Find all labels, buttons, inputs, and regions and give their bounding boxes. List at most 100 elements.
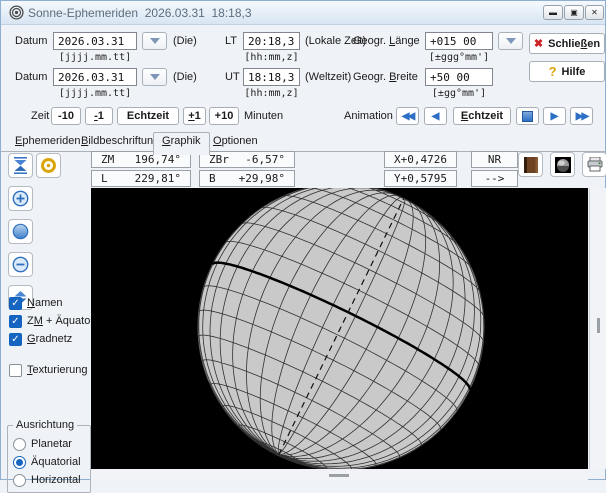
horizontal-radio-circle[interactable] (13, 474, 26, 487)
tab-bildbeschriftung[interactable]: Bildbeschriftung (77, 135, 163, 151)
ut-label: UT (225, 71, 240, 83)
date2-input[interactable] (53, 68, 137, 86)
print-button[interactable] (582, 152, 606, 177)
close-button-label: Schließen (548, 38, 600, 50)
ut-input[interactable] (243, 68, 300, 86)
lt-input[interactable] (243, 32, 300, 50)
planet-icon (555, 157, 571, 173)
checkbox-zm-aequator[interactable]: ✓ ZM + Äquator (9, 314, 94, 328)
close-icon: ✕ (591, 9, 598, 17)
zoom-out-icon (12, 256, 29, 273)
goto-button[interactable]: --> (471, 170, 518, 187)
help-question-icon: ? (549, 64, 557, 79)
texturierung-label: Texturierung (27, 364, 88, 376)
time-step-label: Zeit (31, 110, 49, 122)
date1-label: Datum (15, 35, 47, 47)
date1-format: [jjjj.mm.tt] (53, 52, 137, 63)
gradnetz-checkbox-box[interactable]: ✓ (9, 333, 22, 346)
nr-button[interactable]: NR (471, 151, 518, 168)
aequatorial-radio-circle[interactable] (13, 456, 26, 469)
tab-graphik[interactable]: Graphik (153, 132, 210, 155)
zoom-fit-button[interactable] (8, 153, 33, 178)
date1-dropdown[interactable] (142, 32, 167, 50)
help-button-label: Hilfe (562, 66, 586, 78)
date1-input[interactable] (53, 32, 137, 50)
texture-button[interactable] (518, 152, 543, 177)
ut-caption: (Weltzeit) (305, 71, 351, 83)
radio-aequatorial[interactable]: Äquatorial (13, 455, 81, 469)
anim-stop-button[interactable] (516, 107, 539, 125)
tab-ephemeriden[interactable]: Ephemeriden (11, 135, 84, 151)
tab-optionen[interactable]: Optionen (209, 135, 262, 151)
readout-zbr: ZBr-6,57° (199, 151, 295, 168)
horizontal-scrollbar[interactable] (91, 469, 588, 480)
realtime-button[interactable]: Echtzeit (117, 107, 179, 125)
geo-lon-input[interactable] (425, 32, 493, 50)
horizontal-scrollbar-thumb[interactable] (329, 474, 349, 477)
plus-1-button[interactable]: +1 (183, 107, 206, 125)
geo-lat-input[interactable] (425, 68, 493, 86)
animation-label: Animation (344, 110, 393, 122)
date2-format: [jjjj.mm.tt] (53, 88, 137, 99)
checkbox-texturierung[interactable]: ✓ Texturierung (9, 363, 88, 377)
minus-10-button[interactable]: -10 (51, 107, 81, 125)
minus-1-button[interactable]: -1 (85, 107, 113, 125)
zm-aequator-checkbox-box[interactable]: ✓ (9, 315, 22, 328)
vertical-scrollbar-thumb[interactable] (597, 318, 600, 333)
radio-planetar[interactable]: Planetar (13, 437, 72, 451)
planetar-radio-circle[interactable] (13, 438, 26, 451)
zoom-in-button[interactable] (8, 186, 33, 211)
namen-checkbox-box[interactable]: ✓ (9, 297, 22, 310)
anim-forward-button[interactable]: ▶▶ (570, 107, 593, 125)
zoom-in-icon (12, 190, 29, 207)
lt-label: LT (225, 35, 237, 47)
planet-view-button[interactable] (550, 152, 575, 177)
minimize-button[interactable]: ▬ (543, 5, 563, 20)
play-icon: ▶ (551, 111, 559, 122)
texturierung-checkbox-box[interactable]: ✓ (9, 364, 22, 377)
anim-back-button[interactable]: ◀ (424, 107, 447, 125)
sun-button[interactable] (36, 153, 61, 178)
close-button[interactable]: ✖ Schließen (529, 33, 605, 54)
app-icon (9, 5, 24, 20)
close-window-button[interactable]: ✕ (585, 5, 604, 20)
geo-lat-format: [±gg°mm'] (425, 88, 493, 99)
minimize-icon: ▬ (549, 9, 557, 17)
sun-icon (40, 157, 57, 174)
geo-lat-label: Geogr. Breite (353, 71, 418, 83)
ut-format: [hh:mm,z] (243, 88, 300, 99)
globe-svg (91, 188, 588, 469)
plus-10-button[interactable]: +10 (209, 107, 239, 125)
geo-lon-label: Geogr. Länge (353, 35, 420, 47)
readout-l: L229,81° (91, 170, 191, 187)
maximize-button[interactable]: ▣ (564, 5, 584, 20)
help-button[interactable]: ? Hilfe (529, 61, 605, 82)
zoom-out-button[interactable] (8, 252, 33, 277)
maximize-icon: ▣ (570, 9, 578, 17)
readout-y: Y+0,5795 (384, 170, 457, 187)
geo-lon-dropdown[interactable] (498, 32, 523, 50)
horizontal-label: Horizontal (31, 474, 81, 486)
step-back-icon: ◀ (432, 111, 440, 122)
readout-x: X+0,4726 (384, 151, 457, 168)
anim-realtime-button[interactable]: Echtzeit (453, 107, 511, 125)
date2-dropdown[interactable] (142, 68, 167, 86)
anim-play-button[interactable]: ▶ (543, 107, 566, 125)
anim-rewind-button[interactable]: ◀◀ (396, 107, 419, 125)
globe-canvas[interactable] (91, 188, 588, 469)
planetar-label: Planetar (31, 438, 72, 450)
zoom-reset-button[interactable] (8, 219, 33, 244)
texture-icon (524, 157, 538, 173)
radio-horizontal[interactable]: Horizontal (13, 473, 81, 487)
orientation-label: Ausrichtung (13, 419, 77, 431)
vertical-scrollbar[interactable] (589, 188, 606, 469)
window-title: Sonne-Ephemeriden 2026.03.31 18:18,3 (28, 6, 252, 20)
readout-b: B+29,98° (199, 170, 295, 187)
aequatorial-label: Äquatorial (31, 456, 81, 468)
checkbox-gradnetz[interactable]: ✓ Gradnetz (9, 332, 72, 346)
zoom-reset-icon (12, 223, 29, 240)
checkbox-namen[interactable]: ✓ Namen (9, 296, 62, 310)
printer-icon (587, 157, 603, 172)
date1-weekday: (Die) (173, 35, 197, 47)
geo-lon-format: [±ggg°mm'] (425, 52, 493, 63)
